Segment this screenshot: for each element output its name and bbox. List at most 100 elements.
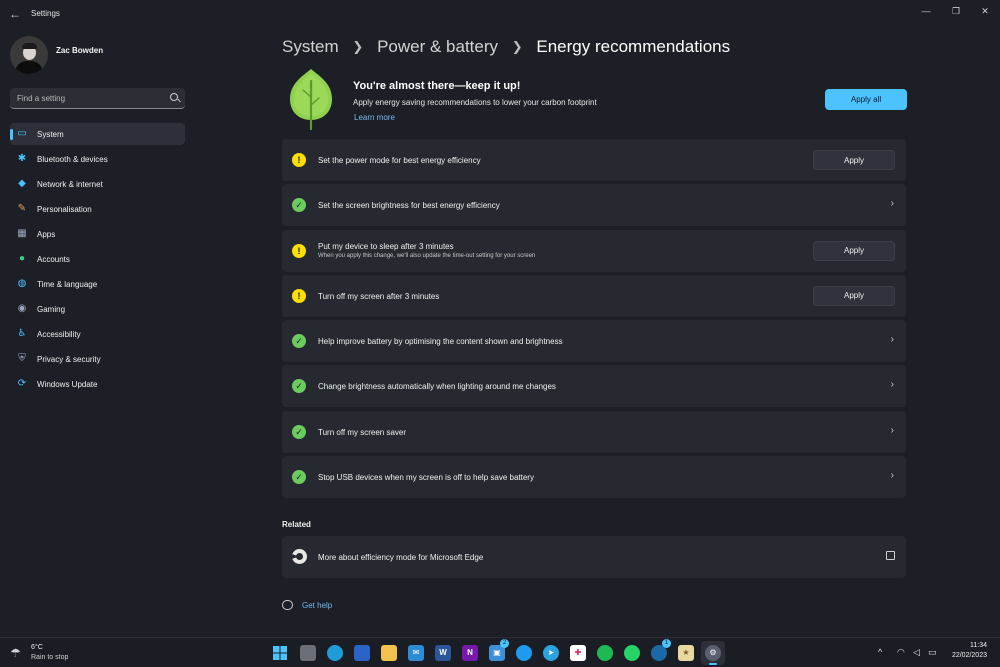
recommendation-screen-saver[interactable]: ✓ Turn off my screen saver › bbox=[282, 410, 906, 453]
sidebar-item-label: Privacy & security bbox=[37, 355, 101, 364]
sidebar-item-time-language[interactable]: ◍ Time & language bbox=[10, 273, 185, 295]
chevron-right-icon[interactable]: › bbox=[891, 198, 894, 209]
close-icon[interactable]: ✕ bbox=[977, 4, 993, 18]
recommendation-title: Put my device to sleep after 3 minutes bbox=[318, 241, 454, 251]
user-name: Zac Bowden bbox=[56, 46, 104, 55]
help-chat-icon bbox=[282, 600, 293, 610]
chevron-right-icon[interactable]: › bbox=[891, 334, 894, 345]
wifi-icon[interactable]: ◠ bbox=[897, 647, 905, 658]
taskbar-slack[interactable]: ✚ bbox=[566, 641, 590, 665]
sidebar-item-label: System bbox=[37, 130, 64, 139]
related-edge-efficiency-link[interactable]: More about efficiency mode for Microsoft… bbox=[282, 536, 906, 578]
chevron-right-icon: ❯ bbox=[352, 38, 364, 54]
taskbar-word[interactable]: W bbox=[431, 641, 455, 665]
recommendation-title: Set the screen brightness for best energ… bbox=[318, 201, 500, 211]
apply-button[interactable]: Apply bbox=[813, 240, 895, 261]
battery-icon[interactable]: ▭ bbox=[928, 647, 937, 658]
taskbar-store[interactable] bbox=[350, 641, 374, 665]
sidebar-item-gaming[interactable]: ◉ Gaming bbox=[10, 298, 185, 320]
apps-icon: ▦ bbox=[17, 228, 27, 239]
related-heading: Related bbox=[282, 520, 311, 529]
weather-temp: 6°C bbox=[31, 644, 43, 651]
recommendation-title: Stop USB devices when my screen is off t… bbox=[318, 473, 534, 483]
recommendation-screen-off[interactable]: ! Turn off my screen after 3 minutes App… bbox=[282, 274, 906, 317]
edge-icon bbox=[292, 549, 307, 564]
chevron-right-icon[interactable]: › bbox=[891, 470, 894, 481]
recommendation-content-brightness[interactable]: ✓ Help improve battery by optimising the… bbox=[282, 320, 906, 363]
edge-icon bbox=[327, 645, 343, 661]
recommendation-title: Turn off my screen saver bbox=[318, 427, 407, 437]
taskbar-telegram[interactable]: ➤ bbox=[539, 641, 563, 665]
recommendation-title: Change brightness automatically when lig… bbox=[318, 382, 556, 392]
mail-icon: ✉ bbox=[408, 645, 424, 661]
sidebar-item-label: Bluetooth & devices bbox=[37, 155, 108, 164]
back-arrow-icon[interactable]: ← bbox=[8, 7, 22, 21]
brush-icon: ✎ bbox=[17, 203, 27, 214]
sidebar-item-privacy[interactable]: ⛨ Privacy & security bbox=[10, 348, 185, 370]
recommendation-usb-devices[interactable]: ✓ Stop USB devices when my screen is off… bbox=[282, 456, 906, 499]
start-button[interactable] bbox=[268, 641, 292, 665]
chevron-right-icon[interactable]: › bbox=[891, 379, 894, 390]
wifi-icon: ◆ bbox=[18, 178, 26, 189]
search-box[interactable] bbox=[10, 88, 185, 109]
search-icon[interactable] bbox=[170, 93, 178, 101]
recommendation-auto-brightness[interactable]: ✓ Change brightness automatically when l… bbox=[282, 365, 906, 408]
sidebar-item-apps[interactable]: ▦ Apps bbox=[10, 223, 185, 245]
sidebar-item-network[interactable]: ◆ Network & internet bbox=[10, 173, 185, 195]
recommendation-screen-brightness[interactable]: ✓ Set the screen brightness for best ene… bbox=[282, 184, 906, 227]
taskbar-app-star[interactable]: ★ bbox=[674, 641, 698, 665]
search-input[interactable] bbox=[17, 92, 167, 104]
learn-more-link[interactable]: Learn more bbox=[354, 113, 395, 122]
checkmark-icon: ✓ bbox=[292, 334, 306, 349]
breadcrumb: System ❯ Power & battery ❯ Energy recomm… bbox=[282, 36, 730, 57]
chevron-up-icon[interactable]: ^ bbox=[878, 647, 882, 657]
sidebar-item-personalisation[interactable]: ✎ Personalisation bbox=[10, 198, 185, 220]
onenote-icon: N bbox=[462, 645, 478, 661]
globe-icon: ◍ bbox=[17, 278, 27, 289]
taskbar-mail[interactable]: ✉ bbox=[404, 641, 428, 665]
taskbar-file-explorer[interactable] bbox=[377, 641, 401, 665]
sidebar-item-label: Personalisation bbox=[37, 205, 92, 214]
taskbar-edge[interactable] bbox=[323, 641, 347, 665]
window-title: Settings bbox=[31, 9, 60, 18]
recommendation-power-mode[interactable]: ! Set the power mode for best energy eff… bbox=[282, 139, 906, 181]
gamepad-icon: ◉ bbox=[17, 303, 27, 314]
sidebar-item-accessibility[interactable]: ♿ Accessibility bbox=[10, 323, 185, 345]
header-title: You're almost there—keep it up! bbox=[353, 80, 521, 92]
apply-button[interactable]: Apply bbox=[813, 150, 895, 170]
sidebar-item-accounts[interactable]: ● Accounts bbox=[10, 248, 185, 270]
taskbar-settings[interactable]: ⚙ bbox=[701, 641, 725, 665]
breadcrumb-system[interactable]: System bbox=[282, 37, 339, 57]
rain-cloud-icon: ☂ bbox=[10, 646, 21, 660]
taskbar-spotify[interactable] bbox=[593, 641, 617, 665]
sidebar-item-system[interactable]: ▭ System bbox=[10, 123, 185, 145]
taskbar-whatsapp[interactable] bbox=[620, 641, 644, 665]
volume-icon[interactable]: ◁ bbox=[913, 647, 920, 658]
sidebar-nav: ▭ System ✱ Bluetooth & devices ◆ Network… bbox=[10, 123, 185, 398]
external-link-icon[interactable] bbox=[886, 551, 895, 560]
taskbar-teams[interactable]: ▣ 2 bbox=[485, 639, 509, 665]
avatar[interactable] bbox=[10, 36, 48, 74]
warning-icon: ! bbox=[292, 243, 306, 258]
taskbar-clock[interactable]: 11:34 22/02/2023 bbox=[952, 642, 987, 659]
get-help-label[interactable]: Get help bbox=[302, 601, 332, 610]
clock-time: 11:34 bbox=[970, 642, 987, 649]
apply-button[interactable]: Apply bbox=[813, 285, 895, 306]
shield-icon: ⛨ bbox=[18, 353, 26, 364]
apply-all-button[interactable]: Apply all bbox=[825, 89, 907, 110]
minimize-icon[interactable]: — bbox=[918, 4, 934, 18]
sidebar-item-bluetooth[interactable]: ✱ Bluetooth & devices bbox=[10, 148, 185, 170]
warning-icon: ! bbox=[292, 288, 306, 303]
taskbar-onenote[interactable]: N bbox=[458, 641, 482, 665]
taskbar-steam[interactable]: 1 bbox=[647, 639, 671, 665]
chevron-right-icon[interactable]: › bbox=[891, 425, 894, 436]
taskbar-twitter[interactable] bbox=[512, 641, 536, 665]
restore-icon[interactable]: ❐ bbox=[948, 4, 964, 18]
related-item-title: More about efficiency mode for Microsoft… bbox=[318, 553, 484, 562]
taskbar-task-view[interactable] bbox=[296, 641, 320, 665]
star-app-icon: ★ bbox=[678, 645, 694, 661]
sidebar-item-label: Accounts bbox=[37, 255, 70, 264]
breadcrumb-power-battery[interactable]: Power & battery bbox=[377, 37, 498, 57]
sidebar-item-windows-update[interactable]: ⟳ Windows Update bbox=[10, 373, 185, 395]
recommendation-sleep[interactable]: ! Put my device to sleep after 3 minutes… bbox=[282, 229, 906, 272]
